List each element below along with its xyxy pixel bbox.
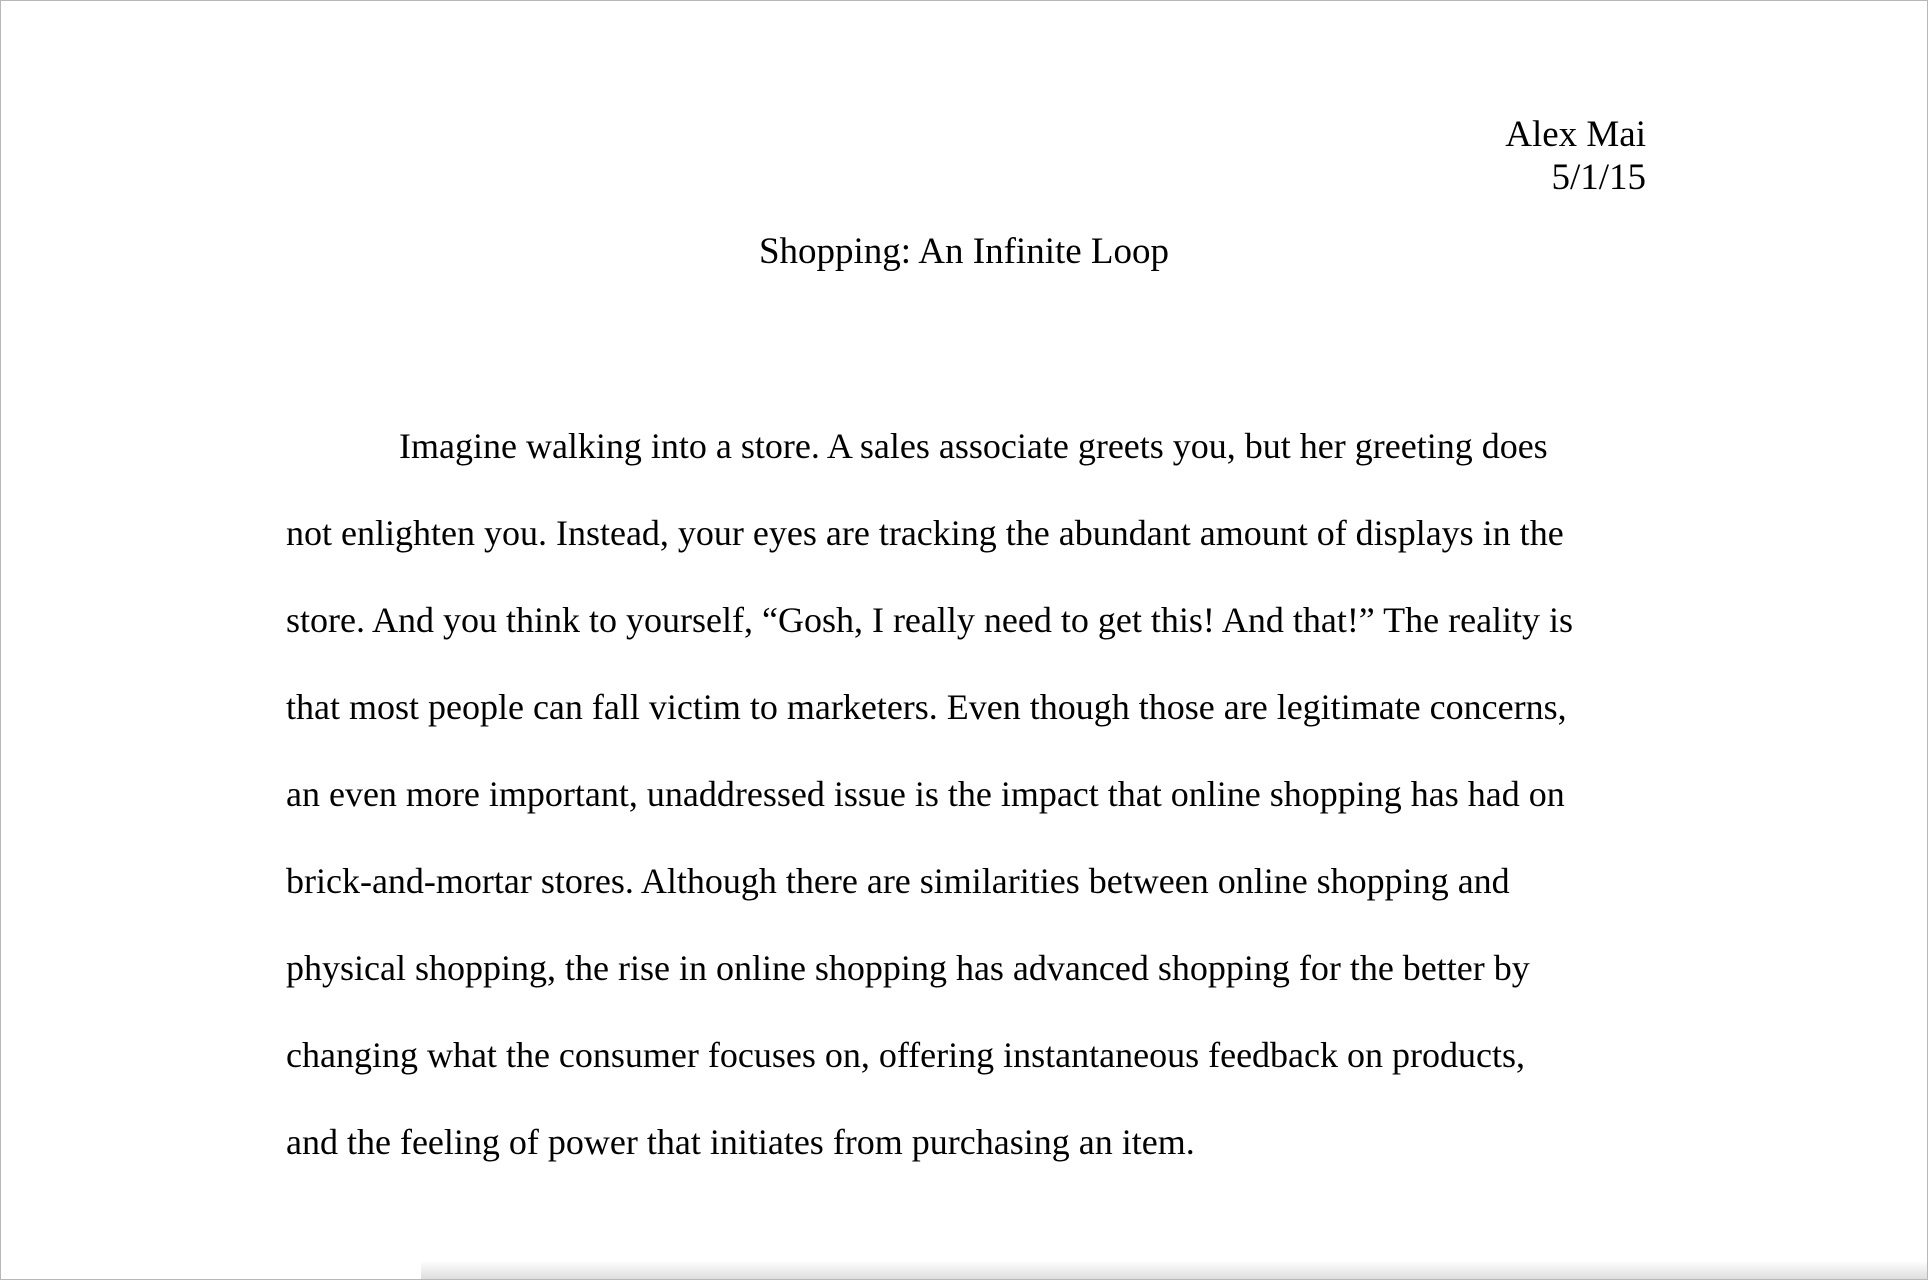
document-date: 5/1/15	[1551, 157, 1646, 198]
document-header: Alex Mai 5/1/15	[1505, 113, 1646, 199]
paragraph-line: changing what the consumer focuses on, o…	[286, 1035, 1525, 1075]
paragraph-line: and the feeling of power that initiates …	[286, 1122, 1195, 1162]
paragraph-line: physical shopping, the rise in online sh…	[286, 948, 1530, 988]
paragraph-line: brick-and-mortar stores. Although there …	[286, 861, 1510, 901]
page-edge-shadow	[421, 1261, 1927, 1279]
paragraph-line: Imagine walking into a store. A sales as…	[399, 426, 1548, 466]
document-title: Shopping: An Infinite Loop	[758, 231, 1170, 272]
paragraph-line: store. And you think to yourself, “Gosh,…	[286, 600, 1574, 640]
author-name: Alex Mai	[1505, 114, 1646, 155]
paragraph-line: that most people can fall victim to mark…	[286, 687, 1567, 727]
document-page: Alex Mai 5/1/15 Shopping: An Infinite Lo…	[0, 0, 1928, 1280]
body-paragraph: Imagine walking into a store. A sales as…	[286, 403, 1651, 1186]
paragraph-line: an even more important, unaddressed issu…	[286, 774, 1565, 814]
paragraph-line: not enlighten you. Instead, your eyes ar…	[286, 513, 1564, 553]
